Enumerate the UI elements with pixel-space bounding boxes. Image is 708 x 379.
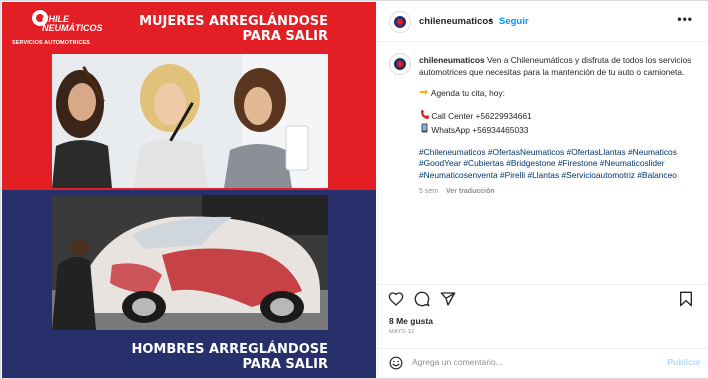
post-actions: 8 Me gusta MAYO 12 Publicar: [378, 284, 708, 374]
header-separator: •: [489, 15, 493, 26]
post-image[interactable]: CHILE NEUMÁTICOS SERVICIOS AUTOMOTRICES …: [2, 2, 376, 378]
brand-logo: CHILE NEUMÁTICOS SERVICIOS AUTOMOTRICES: [12, 10, 103, 48]
caption: chileneumaticos Ven a Chileneumáticos y …: [419, 55, 701, 197]
bookmark-icon[interactable]: [678, 291, 694, 307]
caption-call-center: Call Center +56229934661: [419, 110, 701, 123]
caption-whatsapp: WhatsApp +56934465033: [419, 123, 701, 137]
brand-name-line-2: NEUMÁTICOS: [42, 23, 103, 33]
phone-icon: [419, 110, 429, 123]
publish-button[interactable]: Publicar: [667, 357, 701, 367]
caption-avatar-logo: [394, 58, 406, 70]
time-ago: 5 sem: [419, 187, 439, 195]
image-top-half: CHILE NEUMÁTICOS SERVICIOS AUTOMOTRICES …: [2, 2, 376, 190]
headline-men-line-1: HOMBRES ARREGLÁNDOSE: [131, 342, 329, 357]
likes-count[interactable]: 8 Me gusta: [389, 316, 433, 326]
pointing-hand-icon: [419, 88, 429, 100]
agenda-text: Agenda tu cita, hoy:: [430, 88, 505, 99]
instagram-post: CHILE NEUMÁTICOS SERVICIOS AUTOMOTRICES …: [0, 0, 708, 379]
post-header: chileneumaticos • Seguir •••: [378, 2, 708, 42]
follow-button[interactable]: Seguir: [499, 16, 529, 27]
caption-username[interactable]: chileneumaticos: [419, 55, 485, 65]
women-makeup-photo: [52, 54, 328, 188]
headline-men-line-2: PARA SALIR: [242, 357, 328, 372]
call-center-text: Call Center +56229934661: [431, 111, 532, 122]
see-translation-link[interactable]: Ver traducción: [446, 188, 495, 195]
brand-tagline: SERVICIOS AUTOMOTRICES: [12, 40, 90, 46]
caption-hashtags[interactable]: #Chileneumaticos #OfertasNeumaticos #Ofe…: [419, 147, 701, 182]
car-wash-photo: [52, 195, 328, 330]
image-bottom-half: HOMBRES ARREGLÁNDOSE PARA SALIR: [2, 190, 376, 378]
caption-meta: 5 sem Ver traducción: [419, 186, 701, 198]
share-icon[interactable]: [440, 291, 456, 307]
brand-name: CHILE NEUMÁTICOS: [42, 15, 103, 33]
headline-women: MUJERES ARREGLÁNDOSE PARA SALIR: [108, 14, 328, 44]
post-date: MAYO 12: [389, 329, 415, 335]
heart-icon[interactable]: [388, 291, 404, 307]
avatar[interactable]: [389, 11, 411, 33]
whatsapp-text: WhatsApp +56934465033: [431, 124, 529, 135]
post-side-panel: chileneumaticos • Seguir ••• chileneumat…: [377, 2, 708, 378]
headline-men: HOMBRES ARREGLÁNDOSE PARA SALIR: [98, 342, 329, 372]
caption-avatar[interactable]: [389, 53, 411, 75]
mobile-phone-icon: [419, 123, 429, 137]
caption-main: chileneumaticos Ven a Chileneumáticos y …: [419, 55, 701, 78]
comment-input[interactable]: [412, 353, 640, 371]
more-options-icon[interactable]: •••: [677, 12, 693, 26]
avatar-logo: [394, 16, 406, 28]
header-username[interactable]: chileneumaticos: [419, 16, 493, 27]
emoji-smile-icon[interactable]: [389, 356, 403, 370]
caption-area: chileneumaticos Ven a Chileneumáticos y …: [378, 43, 708, 283]
comment-icon[interactable]: [414, 291, 430, 307]
comment-bar: Publicar: [378, 348, 708, 375]
headline-women-line-2: PARA SALIR: [242, 29, 328, 44]
caption-agenda: Agenda tu cita, hoy:: [419, 88, 701, 100]
headline-women-line-1: MUJERES ARREGLÁNDOSE: [139, 14, 328, 29]
